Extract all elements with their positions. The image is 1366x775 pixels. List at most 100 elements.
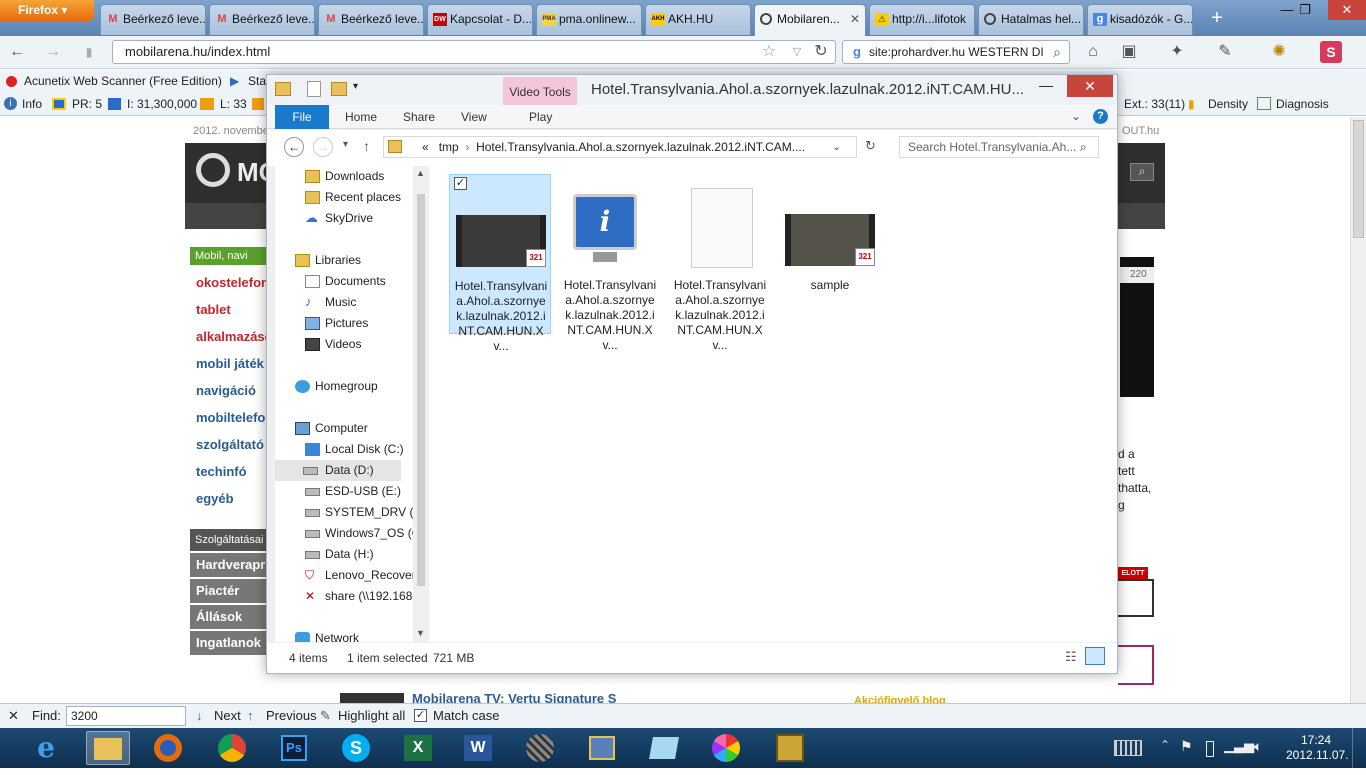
bookmark-acunetix[interactable]: Acunetix Web Scanner (Free Edition) [24, 70, 222, 92]
category-link[interactable]: mobil játék [196, 356, 264, 371]
browser-tab[interactable]: PMA pma.onlinew... [536, 4, 642, 35]
minimize-icon[interactable]: — [1039, 77, 1053, 93]
tray-arrow-icon[interactable]: ⌃ [1160, 738, 1170, 752]
category-link[interactable]: okostelefon [196, 275, 269, 290]
find-next-button[interactable]: Next [214, 704, 241, 728]
category-link[interactable]: egyéb [196, 491, 234, 506]
file-item[interactable]: Hotel.Transylvania.Ahol.a.szornyek.lazul… [669, 174, 771, 352]
network-tool-icon[interactable] [580, 731, 624, 765]
nav-item-skydrive[interactable]: ☁ SkyDrive [305, 208, 373, 229]
nav-item-documents[interactable]: Documents [305, 271, 386, 292]
browser-tab[interactable]: M Beérkező leve... [209, 4, 315, 35]
nav-item-drive[interactable]: Local Disk (C:) [305, 439, 404, 460]
density-button[interactable]: Density [1208, 92, 1248, 116]
nav-item-videos[interactable]: Videos [305, 334, 361, 355]
nav-item-music[interactable]: ♪ Music [305, 292, 356, 313]
checkbox-checked-icon[interactable]: ✓ [454, 177, 467, 190]
page-scrollbar[interactable] [1350, 117, 1366, 703]
volume-icon[interactable]: 🔈︎ [1254, 738, 1262, 755]
diagnosis-button[interactable]: Diagnosis [1276, 92, 1329, 116]
explorer-titlebar[interactable]: ▾ Video Tools Hotel.Transylvania.Ahol.a.… [267, 75, 1117, 105]
word-icon[interactable]: W [456, 731, 500, 765]
explorer-icon[interactable] [86, 731, 130, 765]
category-link[interactable]: alkalmazáso [196, 329, 273, 344]
find-previous-button[interactable]: Previous [266, 704, 317, 728]
browser-tab[interactable]: M Beérkező leve... [100, 4, 206, 35]
photoshop-icon[interactable]: Ps [272, 731, 316, 765]
keyboard-icon[interactable] [1114, 740, 1142, 756]
site-search-icon[interactable]: ⌕ [1130, 163, 1154, 181]
explorer-search-input[interactable]: Search Hotel.Transylvania.Ah... ⌕ [899, 136, 1099, 158]
help-icon[interactable]: ? [1093, 109, 1108, 124]
tools-icon[interactable]: ✎ [1214, 41, 1236, 63]
dropdown-icon[interactable]: ▽ [786, 41, 808, 63]
nav-item-recent[interactable]: Recent places [305, 187, 401, 208]
nav-item-drive-selected[interactable]: Data (D:) [275, 460, 401, 481]
firefox-menu-button[interactable]: Firefox ▾ [0, 0, 94, 21]
close-tab-icon[interactable]: ✕ [850, 5, 860, 33]
pagerank-value[interactable]: PR: 5 [72, 92, 102, 116]
refresh-icon[interactable]: ↻ [865, 138, 876, 154]
nav-item-drive[interactable]: ⛉ Lenovo_Recovery [305, 565, 421, 586]
new-tab-button[interactable]: + [1204, 6, 1230, 32]
nav-item-drive[interactable]: SYSTEM_DRV (F:) [305, 502, 421, 523]
nav-item-share[interactable]: ✕ share (\\192.168. [305, 586, 416, 607]
category-link[interactable]: szolgáltató [196, 437, 264, 452]
show-desktop-button[interactable] [1352, 728, 1366, 768]
tab-share[interactable]: Share [391, 105, 447, 129]
restore-icon[interactable]: ❐ [1290, 0, 1320, 20]
forward-icon[interactable]: → [313, 137, 333, 157]
category-link[interactable]: mobiltelefo [196, 410, 265, 425]
signal-icon[interactable]: ▁▃▅ [1224, 738, 1254, 754]
tab-home[interactable]: Home [333, 105, 389, 129]
keepass-icon[interactable] [768, 731, 812, 765]
tab-play[interactable]: Play [517, 105, 564, 129]
browser-tab[interactable]: AKH AKH.HU [645, 4, 751, 35]
chrome-icon[interactable] [210, 731, 254, 765]
home-icon[interactable]: ⌂ [1082, 41, 1104, 63]
firefox-icon[interactable] [146, 731, 190, 765]
indexed-value[interactable]: I: 31,300,000 [127, 92, 197, 116]
forward-icon[interactable]: → [42, 41, 64, 63]
category-link[interactable]: techinfó [196, 464, 247, 479]
category-link[interactable]: tablet [196, 302, 231, 317]
blog-link[interactable]: Akciófigyelő blog [854, 695, 946, 703]
s-addon-icon[interactable]: S [1320, 41, 1342, 63]
chevron-down-icon[interactable]: ▾ [353, 81, 358, 92]
nav-item-downloads[interactable]: Downloads [305, 166, 384, 187]
addon-icon[interactable]: ✦ [1166, 41, 1188, 63]
new-folder-icon[interactable] [331, 82, 347, 96]
browser-tab[interactable]: g kisadózók - G... [1087, 4, 1193, 35]
picasa-icon[interactable] [704, 731, 748, 765]
breadcrumb-current[interactable]: Hotel.Transylvania.Ahol.a.szornyek.lazul… [476, 140, 805, 154]
search-icon[interactable]: ⌕ [1046, 41, 1068, 63]
properties-icon[interactable] [307, 81, 321, 97]
article-link[interactable]: Mobilarena TV: Vertu Signature S [412, 691, 616, 703]
details-view-icon[interactable]: ☷ [1065, 645, 1077, 669]
close-find-icon[interactable]: ✕ [8, 704, 19, 728]
skype-icon[interactable]: S [334, 731, 378, 765]
battery-icon[interactable] [1206, 741, 1214, 757]
bookmark-start[interactable]: Sta [248, 70, 266, 92]
browser-tab-active[interactable]: Mobilaren... ✕ [754, 4, 866, 36]
nav-item-drive[interactable]: Data (H:) [305, 544, 374, 565]
links-value[interactable]: L: 33 [220, 92, 247, 116]
tab-view[interactable]: View [449, 105, 499, 129]
file-item[interactable]: 321 sample [779, 174, 881, 334]
excel-icon[interactable]: X [396, 731, 440, 765]
address-bar[interactable]: « tmp › Hotel.Transylvania.Ahol.a.szorny… [383, 136, 857, 158]
browser-tab[interactable]: ⚠ http://i...lifotok [869, 4, 975, 35]
star-icon[interactable]: ☆ [758, 41, 780, 63]
url-bar[interactable]: mobilarena.hu/index.html [112, 40, 836, 64]
nav-item-network[interactable]: Network [295, 628, 359, 642]
file-item[interactable]: i Hotel.Transylvania.Ahol.a.szornyek.laz… [559, 174, 661, 352]
chevron-down-icon[interactable]: ⌄ [832, 137, 841, 157]
gear-icon[interactable]: ✺ [1268, 41, 1290, 63]
nav-item-computer[interactable]: Computer [295, 418, 368, 439]
site-topright-link[interactable]: OUT.hu [1122, 125, 1159, 137]
back-icon[interactable]: ← [284, 137, 304, 157]
back-icon[interactable]: ← [6, 41, 28, 63]
navigation-scrollbar[interactable]: ▲ ▼ [413, 166, 429, 642]
clock[interactable]: 17:24 2012.11.07. [1286, 733, 1349, 763]
close-window-icon[interactable]: ✕ [1067, 75, 1113, 97]
